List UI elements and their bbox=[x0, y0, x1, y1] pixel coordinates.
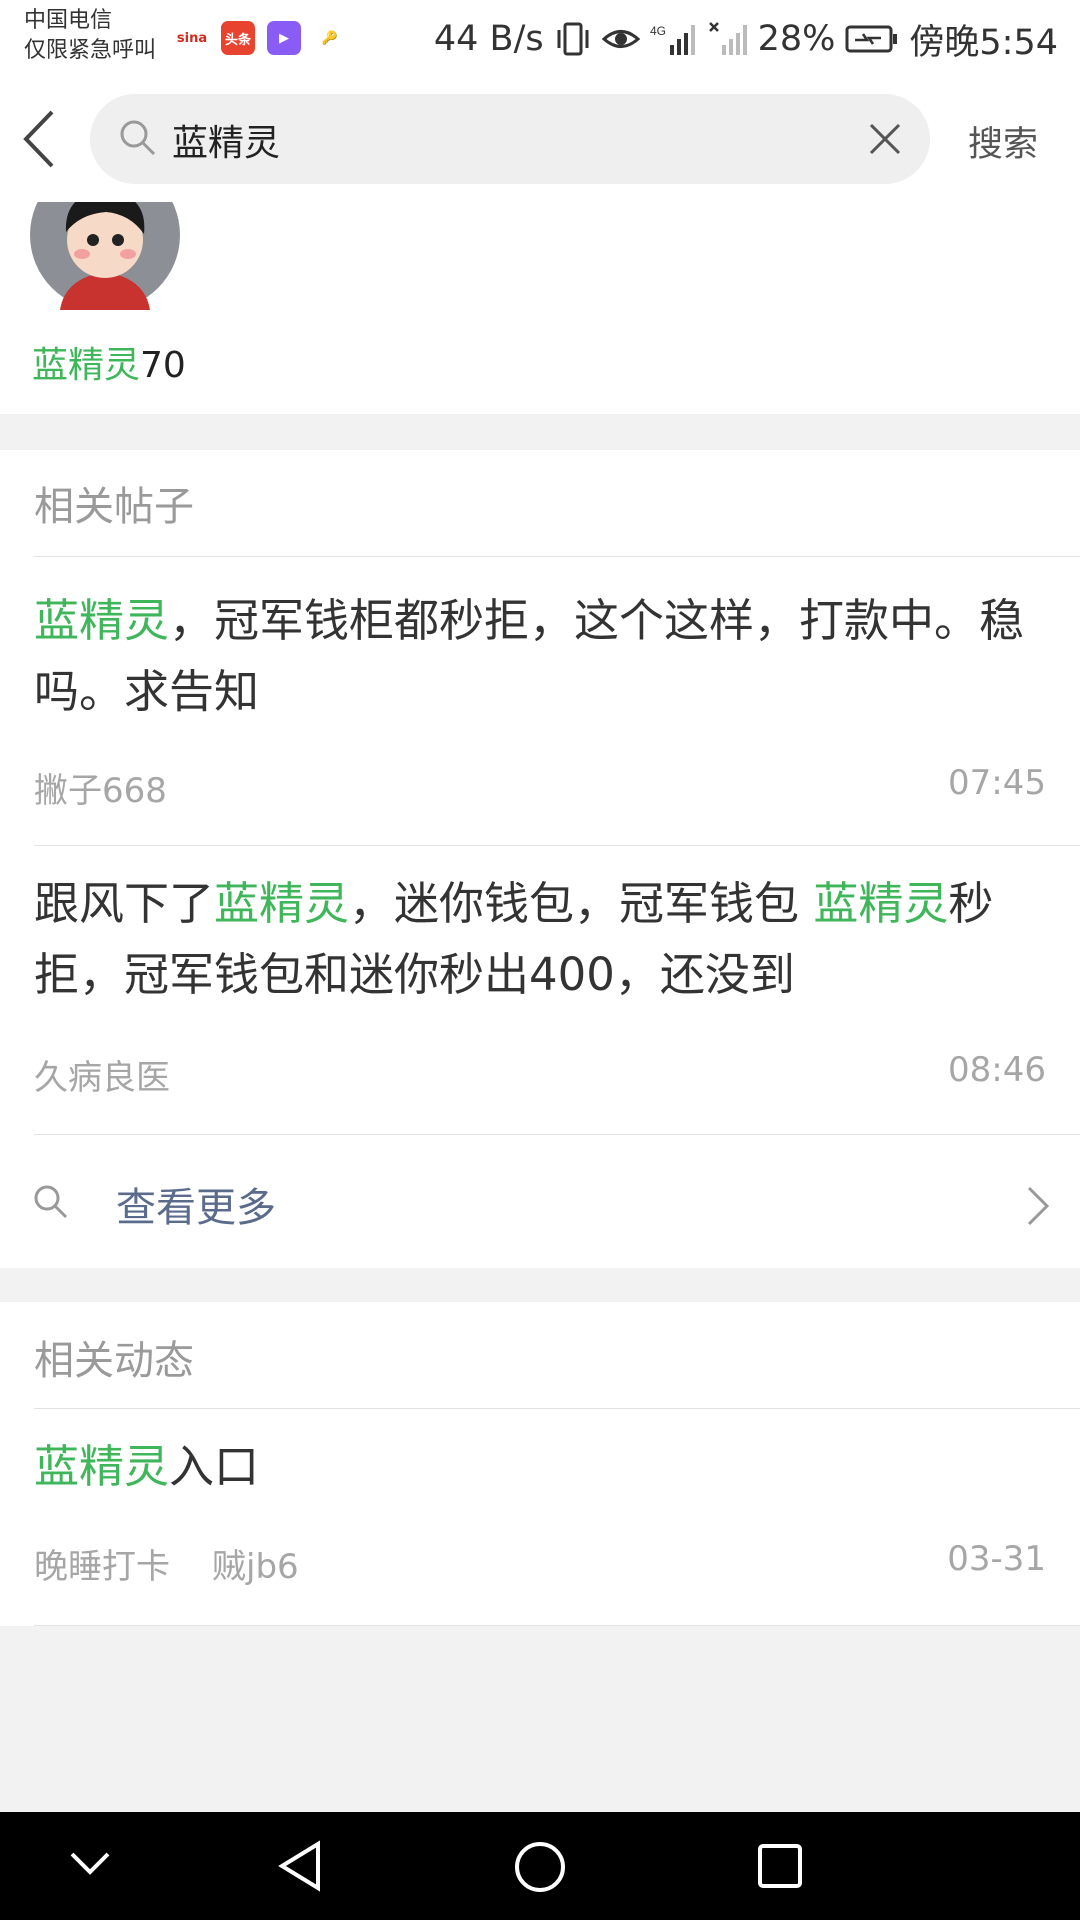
clock: 傍晚5:54 bbox=[909, 22, 1058, 63]
key-icon: 🔑 bbox=[313, 21, 347, 55]
title-text: ，迷你钱包，冠军钱包 bbox=[349, 877, 814, 930]
user-avatar[interactable] bbox=[30, 202, 180, 310]
moment-tag[interactable]: 晚睡打卡 bbox=[34, 1539, 170, 1588]
collapse-icon[interactable] bbox=[68, 1848, 112, 1878]
post-author[interactable]: 撇子668 bbox=[34, 763, 167, 812]
search-button[interactable]: 搜索 bbox=[968, 116, 1038, 167]
battery-charging-icon bbox=[845, 25, 898, 53]
moment-title[interactable]: 蓝精灵入口 bbox=[34, 1431, 1054, 1502]
moment-item[interactable]: 蓝精灵入口 晚睡打卡 贼jb6 03-31 bbox=[0, 1409, 1080, 1625]
related-moments-section: 相关动态 蓝精灵入口 晚睡打卡 贼jb6 03-31 bbox=[0, 1302, 1080, 1626]
toutiao-icon: 头条 bbox=[221, 21, 255, 55]
view-more-row[interactable]: 查看更多 bbox=[0, 1135, 1080, 1268]
carrier-name: 中国电信 bbox=[24, 8, 113, 33]
related-posts-section: 相关帖子 蓝精灵，冠军钱柜都秒拒，这个这样，打款中。稳吗。求告知 撇子668 0… bbox=[0, 450, 1080, 1268]
chevron-right-icon bbox=[1027, 1186, 1050, 1226]
vibrate-icon bbox=[557, 22, 589, 56]
title-text: ，冠军钱柜都秒拒，这个这样，打款中。稳吗。求告知 bbox=[34, 594, 1025, 718]
post-author[interactable]: 久病良医 bbox=[34, 1050, 170, 1099]
carrier-status: 仅限紧急呼叫 bbox=[24, 38, 157, 63]
net-speed: 44 B/s bbox=[433, 19, 544, 59]
post-title[interactable]: 蓝精灵，冠军钱柜都秒拒，这个这样，打款中。稳吗。求告知 bbox=[34, 585, 1054, 727]
search-icon bbox=[120, 120, 156, 156]
keyword-highlight: 蓝精灵 bbox=[34, 594, 170, 647]
home-icon[interactable] bbox=[513, 1840, 567, 1894]
post-item[interactable]: 蓝精灵，冠军钱柜都秒拒，这个这样，打款中。稳吗。求告知 撇子668 07:45 bbox=[0, 557, 1080, 845]
title-text: 入口 bbox=[169, 1440, 260, 1493]
status-right: 44 B/s 4G 28% 傍晚5:54 bbox=[434, 14, 1058, 64]
post-item[interactable]: 跟风下了蓝精灵，迷你钱包，冠军钱包 蓝精灵秒拒，冠军钱包和迷你秒出400，还没到… bbox=[0, 846, 1080, 1134]
signal-4g-icon: 4G bbox=[650, 24, 695, 55]
user-name-highlight: 蓝精灵 bbox=[32, 345, 141, 386]
user-name[interactable]: 蓝精灵70 bbox=[32, 336, 186, 388]
status-bar: 中国电信 仅限紧急呼叫 sina 头条 ▶ 🔑 44 B/s 4G 28% 傍晚… bbox=[0, 0, 1080, 80]
search-icon bbox=[34, 1185, 68, 1219]
title-text: 跟风下了 bbox=[34, 877, 215, 930]
keyword-highlight: 蓝精灵 bbox=[214, 877, 350, 930]
search-input[interactable]: 蓝精灵 bbox=[172, 114, 280, 166]
video-app-icon: ▶ bbox=[267, 21, 301, 55]
navigation-bar bbox=[0, 1812, 1080, 1920]
nav-back-icon[interactable] bbox=[276, 1840, 324, 1892]
post-time: 08:46 bbox=[948, 1050, 1046, 1090]
signal-no-service-icon bbox=[708, 22, 747, 55]
user-name-suffix: 70 bbox=[140, 345, 186, 386]
carrier-info: 中国电信 仅限紧急呼叫 bbox=[24, 6, 156, 66]
post-time: 07:45 bbox=[948, 763, 1046, 803]
related-posts-title: 相关帖子 bbox=[34, 484, 194, 530]
sina-icon: sina bbox=[175, 21, 209, 55]
search-box[interactable]: 蓝精灵 bbox=[90, 94, 930, 184]
clear-icon[interactable] bbox=[868, 122, 902, 156]
notification-icons: sina 头条 ▶ 🔑 bbox=[175, 18, 347, 58]
keyword-highlight: 蓝精灵 bbox=[813, 877, 949, 930]
moment-date: 03-31 bbox=[947, 1539, 1046, 1579]
svg-text:4G: 4G bbox=[650, 24, 666, 38]
post-title[interactable]: 跟风下了蓝精灵，迷你钱包，冠军钱包 蓝精灵秒拒，冠军钱包和迷你秒出400，还没到 bbox=[34, 868, 1054, 1010]
eye-comfort-icon bbox=[601, 30, 640, 48]
view-more-label[interactable]: 查看更多 bbox=[116, 1175, 276, 1233]
back-icon[interactable] bbox=[20, 108, 60, 170]
recents-icon[interactable] bbox=[756, 1842, 804, 1890]
moment-author[interactable]: 贼jb6 bbox=[212, 1539, 299, 1588]
user-result-card[interactable]: 蓝精灵70 bbox=[0, 202, 1080, 414]
divider bbox=[34, 1625, 1080, 1626]
keyword-highlight: 蓝精灵 bbox=[34, 1440, 170, 1493]
battery-percent: 28% bbox=[757, 19, 836, 59]
search-header: 蓝精灵 搜索 bbox=[0, 80, 1080, 202]
related-moments-title: 相关动态 bbox=[34, 1338, 194, 1384]
